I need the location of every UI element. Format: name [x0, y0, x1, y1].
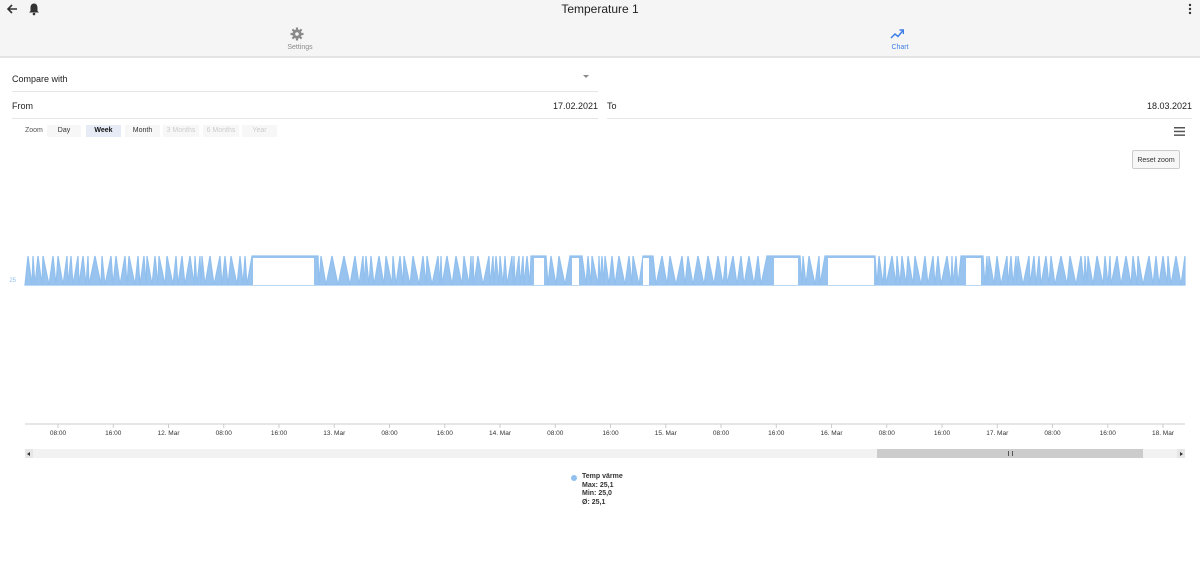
plot-area: [24, 255, 1186, 286]
x-tick-label: 08:00: [713, 430, 730, 437]
series-gap-2: [572, 258, 579, 285]
x-tick-label: 16:00: [1100, 430, 1117, 437]
series-gap-1: [534, 258, 544, 285]
zoom-week-button[interactable]: Week: [86, 125, 121, 137]
series-gap-6: [966, 258, 981, 285]
series-gap-5: [828, 258, 874, 285]
gear-icon: [290, 27, 304, 41]
trending-up-icon: [890, 29, 904, 39]
x-tick-label: 17. Mar: [986, 430, 1009, 437]
from-date-field[interactable]: From 17.02.2021: [12, 93, 598, 119]
tab-settings-label: Settings: [287, 44, 313, 51]
x-tick-label: 16:00: [602, 430, 619, 437]
x-tick-label: 16:00: [437, 430, 454, 437]
series-gap-0: [253, 258, 314, 285]
legend-marker: [571, 475, 577, 481]
y-axis: 25: [9, 278, 16, 284]
x-tick-label: 08:00: [547, 430, 564, 437]
zoom-label: Zoom: [25, 127, 43, 134]
from-label: From: [12, 101, 33, 111]
x-tick-label: 16:00: [934, 430, 951, 437]
compare-with-select[interactable]: Compare with: [12, 66, 598, 92]
zoom-6-months-button: 6 Months: [203, 125, 239, 137]
x-axis: 08:00 16:00 12. Mar 08:00 16:00 13. Mar 08:00 1…: [25, 423, 1185, 437]
y-tick-label: 25: [9, 278, 16, 284]
x-tick-label: 08:00: [879, 430, 896, 437]
to-date-value: 18.03.2021: [1146, 101, 1192, 111]
page-title: Temperature 1: [561, 2, 639, 16]
scroll-right-button[interactable]: [1177, 449, 1185, 458]
temperature-chart: 08:00 16:00 12. Mar 08:00 16:00 13. Mar 08:00 1…: [9, 255, 1186, 437]
x-tick-label: 08:00: [50, 430, 67, 437]
series-gap-4: [774, 258, 798, 285]
scroll-left-arrow-icon: [27, 452, 30, 456]
x-tick-label: 08:00: [216, 430, 233, 437]
from-date-value: 17.02.2021: [552, 101, 598, 111]
scroll-left-button[interactable]: [25, 449, 33, 458]
zoom-year-button: Year: [242, 125, 277, 137]
x-tick-label: 16:00: [768, 430, 785, 437]
tab-chart[interactable]: Chart: [600, 20, 1200, 56]
legend-max: Max: 25,1: [582, 481, 614, 489]
x-tick-label: 18. Mar: [1152, 430, 1175, 437]
zoom-day-button[interactable]: Day: [47, 125, 81, 137]
x-tick-label: 13. Mar: [323, 430, 346, 437]
tab-settings[interactable]: Settings: [0, 20, 600, 56]
scrollbar-thumb[interactable]: [877, 449, 1143, 458]
compare-with-label: Compare with: [12, 74, 68, 84]
legend-series-name: Temp värme: [582, 473, 623, 480]
scroll-right-arrow-icon: [1180, 452, 1183, 456]
x-tick-label: 16. Mar: [820, 430, 843, 437]
x-tick-label: 16:00: [105, 430, 122, 437]
tab-chart-label: Chart: [891, 44, 909, 51]
x-tick-label: 12. Mar: [157, 430, 180, 437]
grip-icon: [1008, 451, 1013, 456]
to-label: To: [607, 101, 617, 111]
zoom-month-button[interactable]: Month: [125, 125, 160, 137]
legend-avg: Ø: 25,1: [582, 498, 606, 506]
chart-menu-icon[interactable]: [1174, 127, 1185, 136]
x-tick-label: 15. Mar: [655, 430, 678, 437]
dropdown-caret-icon: [583, 75, 589, 78]
zoom-3-months-button: 3 Months: [163, 125, 199, 137]
x-tick-label: 14. Mar: [489, 430, 512, 437]
more-vert-icon[interactable]: [1188, 3, 1192, 17]
x-tick-label: 16:00: [271, 430, 288, 437]
app-bar: Temperature 1: [0, 0, 1200, 20]
to-date-field[interactable]: To 18.03.2021: [607, 93, 1192, 119]
x-tick-label: 08:00: [381, 430, 398, 437]
chart-scrollbar[interactable]: [25, 449, 1185, 458]
tab-bar: Settings Chart: [0, 20, 1200, 58]
legend-min: Min: 25,0: [582, 490, 612, 497]
x-tick-label: 08:00: [1044, 430, 1061, 437]
series-gap-3: [643, 258, 649, 285]
